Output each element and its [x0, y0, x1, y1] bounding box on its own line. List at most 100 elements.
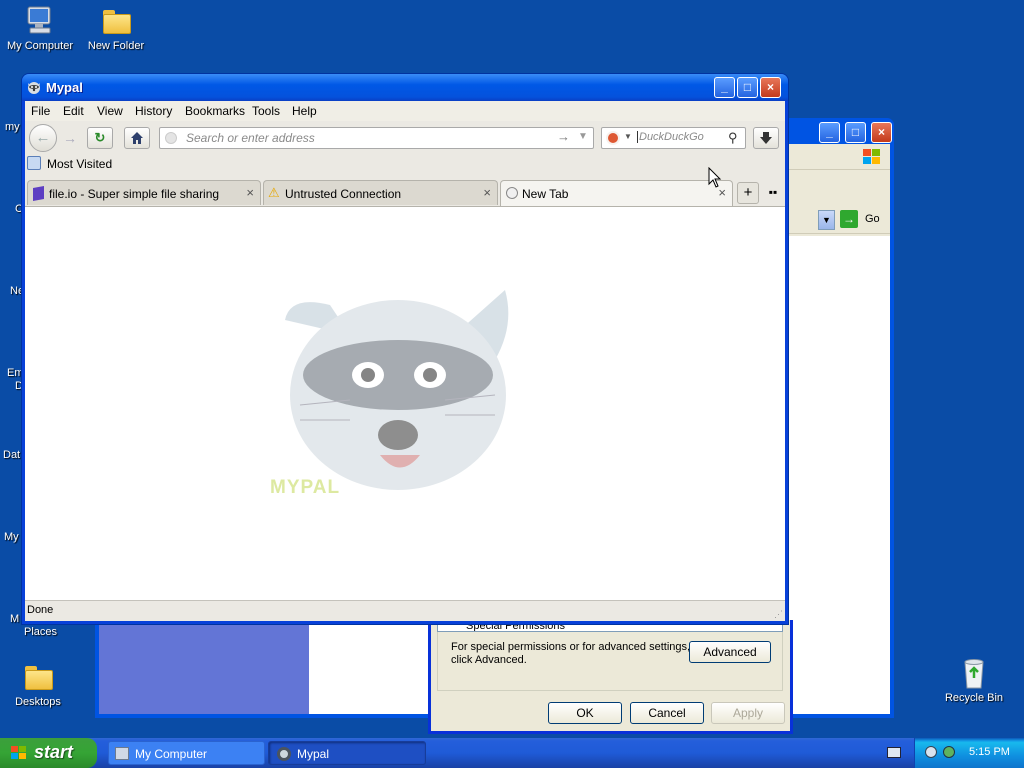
close-button[interactable]: ×	[871, 122, 892, 143]
menu-bookmarks[interactable]: Bookmarks	[185, 104, 245, 118]
mouse-cursor-icon	[708, 166, 722, 189]
ok-button[interactable]: OK	[548, 702, 622, 724]
keyboard-layout-icon[interactable]	[887, 747, 901, 758]
url-input[interactable]: Search or enter address	[186, 131, 315, 145]
site-identity-icon	[165, 132, 177, 144]
desktop-icon-recycle-bin[interactable]: Recycle Bin	[934, 656, 1014, 704]
tab-groups-icon[interactable]: ▪▪	[766, 185, 780, 199]
close-button[interactable]: ×	[760, 77, 781, 98]
new-tab-button[interactable]: +	[737, 182, 759, 204]
windows-flag-icon	[861, 148, 883, 166]
warning-icon: ⚠	[268, 185, 280, 200]
menu-file[interactable]: File	[31, 104, 50, 118]
bookmark-label: Most Visited	[47, 157, 113, 171]
tab-label: New Tab	[522, 187, 569, 201]
advanced-hint-line1: For special permissions or for advanced …	[451, 641, 691, 653]
globe-icon	[506, 187, 518, 199]
home-button[interactable]	[124, 127, 150, 149]
file-io-favicon-icon	[33, 186, 44, 201]
back-button[interactable]: ←	[29, 124, 57, 152]
system-tray: 5:15 PM	[914, 738, 1024, 768]
mypal-logo-icon	[277, 747, 291, 761]
menu-history[interactable]: History	[135, 104, 172, 118]
desktop-icon-new-folder[interactable]: New Folder	[76, 4, 156, 52]
menu-tools[interactable]: Tools	[252, 104, 280, 118]
advanced-button[interactable]: Advanced	[689, 641, 771, 663]
browser-client: File Edit View History Bookmarks Tools H…	[25, 101, 785, 621]
menu-help[interactable]: Help	[292, 104, 317, 118]
search-input[interactable]: DuckDuckGo	[637, 131, 704, 143]
maximize-button[interactable]: □	[845, 122, 866, 143]
resize-grip-icon[interactable]: ⋰	[774, 609, 783, 620]
status-bar: Done ⋰	[25, 600, 785, 621]
cancel-button[interactable]: Cancel	[630, 702, 704, 724]
taskbar-item-label: Mypal	[297, 747, 330, 761]
mypal-logo-icon	[26, 79, 42, 95]
advanced-hint-line2: click Advanced.	[451, 654, 527, 666]
taskbar-item-my-computer[interactable]: My Computer	[108, 741, 265, 765]
tab-untrusted-connection[interactable]: ⚠ Untrusted Connection ×	[263, 180, 498, 205]
menubar: File Edit View History Bookmarks Tools H…	[25, 101, 785, 121]
tab-file-io[interactable]: file.io - Super simple file sharing ×	[27, 180, 261, 205]
desktop-label-partial: My	[4, 531, 19, 543]
desktop-label-partial: M	[10, 613, 20, 625]
maximize-button[interactable]: □	[737, 77, 758, 98]
tab-strip: file.io - Super simple file sharing × ⚠ …	[25, 175, 785, 206]
minimize-button[interactable]: _	[714, 77, 735, 98]
home-icon	[131, 132, 143, 144]
tab-label: Untrusted Connection	[285, 187, 402, 201]
desktop-icon-label: Recycle Bin	[944, 692, 1004, 704]
desktop-icon-my-computer[interactable]: My Computer	[0, 4, 80, 52]
address-dropdown-button[interactable]: ▼	[818, 210, 835, 230]
security-icon[interactable]	[943, 746, 955, 758]
taskbar-item-mypal[interactable]: Mypal	[268, 741, 426, 765]
downloads-button[interactable]	[753, 127, 779, 149]
navigation-toolbar: ← → ↻ Search or enter address → ▼ ▼ Duck…	[25, 121, 785, 153]
windows-flag-icon	[10, 745, 28, 761]
new-tab-page: MYPAL	[25, 206, 785, 600]
my-computer-icon	[115, 747, 129, 760]
forward-button[interactable]: →	[59, 128, 81, 148]
desktop-label-partial: Places	[24, 626, 58, 638]
search-bar[interactable]: ▼ DuckDuckGo ⚲	[601, 127, 746, 149]
desktop-icon-label: Desktops	[15, 696, 61, 708]
tab-close-icon[interactable]: ×	[246, 185, 254, 200]
network-icon[interactable]	[925, 746, 937, 758]
go-button[interactable]: → Go	[840, 210, 884, 230]
download-icon	[760, 132, 772, 144]
search-engine-dropdown-icon[interactable]: ▼	[624, 132, 632, 141]
url-bar[interactable]: Search or enter address → ▼	[159, 127, 594, 149]
desktop-label-partial: my	[5, 121, 20, 133]
status-text: Done	[27, 604, 54, 616]
my-computer-icon	[24, 4, 56, 36]
back-forward-group: ← →	[29, 124, 83, 152]
search-icon[interactable]: ⚲	[728, 130, 738, 146]
menu-view[interactable]: View	[97, 104, 123, 118]
taskbar-item-label: My Computer	[135, 747, 208, 761]
raccoon-logo-image	[270, 275, 520, 505]
recycle-bin-icon	[958, 656, 990, 689]
menu-edit[interactable]: Edit	[63, 104, 84, 118]
start-button[interactable]: start	[0, 738, 97, 768]
most-visited-icon	[27, 156, 41, 170]
desktop-label-partial: Dat	[3, 449, 21, 461]
duckduckgo-icon[interactable]	[606, 131, 620, 145]
folder-icon	[100, 4, 132, 36]
tab-close-icon[interactable]: ×	[483, 185, 491, 200]
go-arrow-icon[interactable]: →	[557, 129, 570, 144]
bookmarks-toolbar: Most Visited	[25, 153, 785, 175]
minimize-button[interactable]: _	[819, 122, 840, 143]
mypal-window[interactable]: Mypal _ □ × File Edit View History Bookm…	[22, 74, 788, 624]
permissions-dialog: Special Permissions For special permissi…	[428, 620, 793, 734]
url-dropdown-icon[interactable]: ▼	[578, 131, 588, 142]
desktop-icon-label: New Folder	[87, 40, 145, 52]
tab-new-tab[interactable]: New Tab ×	[500, 180, 733, 206]
taskbar: start My Computer Mypal 5:15 PM	[0, 738, 1024, 768]
desktop-icon-desktops[interactable]: Desktops	[0, 660, 78, 708]
window-title: Mypal	[46, 80, 83, 95]
reload-button[interactable]: ↻	[87, 127, 113, 149]
titlebar[interactable]: Mypal _ □ ×	[22, 74, 788, 101]
clock[interactable]: 5:15 PM	[969, 746, 1010, 758]
go-label: Go	[865, 213, 880, 225]
apply-button[interactable]: Apply	[711, 702, 785, 724]
